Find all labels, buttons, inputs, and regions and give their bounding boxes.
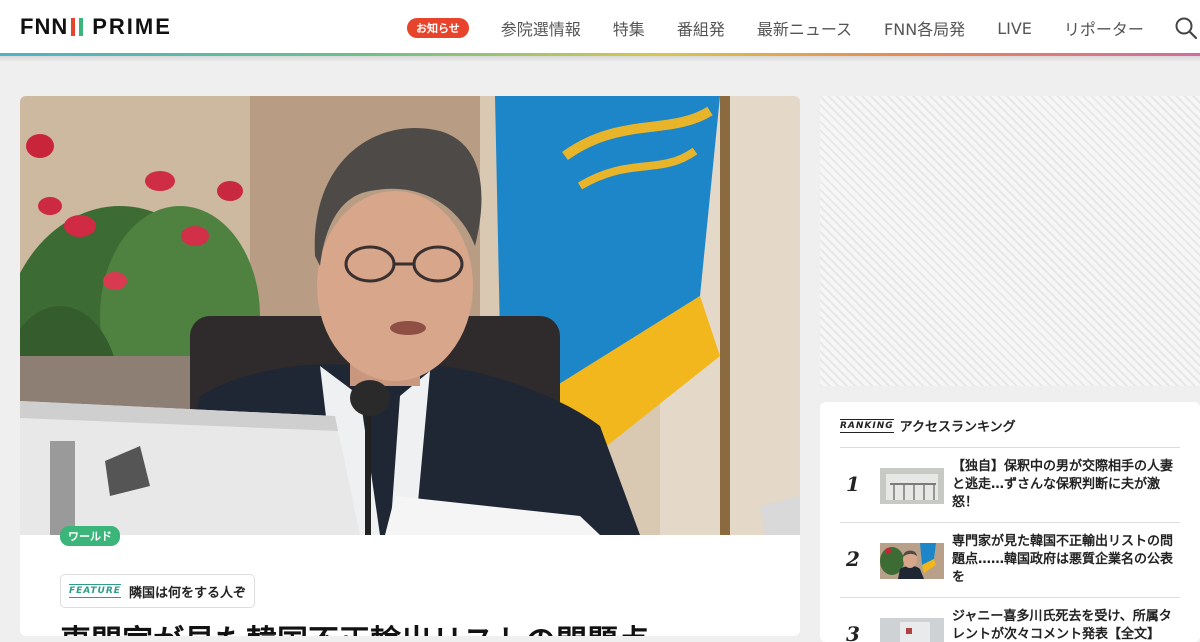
rank-number: 3 <box>846 622 860 642</box>
featured-article-card[interactable]: ワールド FEATURE 隣国は何をする人ぞ 専門家が見た韓国不正輸出リストの問… <box>20 96 800 636</box>
site-logo[interactable]: FNN PRIME <box>20 14 172 40</box>
logo-bar-red <box>71 18 76 36</box>
ranking-item[interactable]: 1 【独自】保釈中の男が交際相手の人妻と逃走…ずさんな保釈判断に夫が激怒！ <box>840 447 1180 522</box>
ranking-item-title: 【独自】保釈中の男が交際相手の人妻と逃走…ずさんな保釈判断に夫が激怒！ <box>952 459 1174 510</box>
nav-item-fnn-stations[interactable]: FNN各局発 <box>884 16 965 40</box>
ranking-list: 1 【独自】保釈中の男が交際相手の人妻と逃走…ずさんな保釈判断に夫が激怒！ 2 <box>840 447 1180 642</box>
ranking-thumbnail[interactable] <box>880 543 944 579</box>
feature-tag[interactable]: FEATURE 隣国は何をする人ぞ <box>60 574 255 608</box>
category-badge[interactable]: ワールド <box>60 526 120 546</box>
ranking-thumbnail[interactable] <box>880 618 944 642</box>
top-header: FNN PRIME お知らせ 参院選情報 特集 番組発 最新ニュース FNN各局… <box>0 0 1200 55</box>
ad-slot <box>820 96 1200 386</box>
main-nav: お知らせ 参院選情報 特集 番組発 最新ニュース FNN各局発 LIVE リポー… <box>407 16 1176 40</box>
rank-number: 1 <box>846 472 860 496</box>
nav-item-election[interactable]: 参院選情報 <box>501 16 581 40</box>
ranking-logo: RANKING <box>840 418 894 433</box>
ranking-title: アクセスランキング <box>899 420 1016 435</box>
logo-prime: PRIME <box>92 14 172 39</box>
search-icon[interactable] <box>1174 16 1198 40</box>
ranking-item-title: ジャニー喜多川氏死去を受け、所属タレントが次々コメント発表【全文】 <box>952 609 1172 642</box>
nav-item-program[interactable]: 番組発 <box>677 16 725 40</box>
feature-title: 隣国は何をする人ぞ <box>128 585 246 601</box>
nav-item-latest-news[interactable]: 最新ニュース <box>757 16 852 40</box>
logo-bar-green <box>79 18 84 36</box>
feature-logo: FEATURE <box>69 584 121 598</box>
header-shadow <box>0 56 1200 62</box>
ranking-item[interactable]: 2 専門家が見た韓国不正輸出リストの問題点……韓国政府は悪質企業名の公表を <box>840 522 1180 597</box>
notice-button[interactable]: お知らせ <box>407 18 469 38</box>
rank-number: 2 <box>846 547 860 571</box>
hero-image[interactable] <box>20 96 800 535</box>
logo-fnn: FNN <box>20 14 69 39</box>
nav-item-feature[interactable]: 特集 <box>613 16 645 40</box>
ranking-thumbnail[interactable] <box>880 468 944 504</box>
nav-item-live[interactable]: LIVE <box>997 19 1032 38</box>
article-headline[interactable]: 専門家が見た韓国不正輸出リストの問題点 <box>60 616 649 636</box>
ranking-item[interactable]: 3 ジャニー喜多川氏死去を受け、所属タレントが次々コメント発表【全文】 <box>840 597 1180 642</box>
ranking-panel: RANKING アクセスランキング 1 【独自】保釈中の男が交際相手の人妻と逃走… <box>820 402 1200 642</box>
ranking-item-title: 専門家が見た韓国不正輸出リストの問題点……韓国政府は悪質企業名の公表を <box>952 534 1174 585</box>
ranking-header: RANKING アクセスランキング <box>840 416 1016 435</box>
nav-item-reporter[interactable]: リポーター <box>1064 16 1144 40</box>
